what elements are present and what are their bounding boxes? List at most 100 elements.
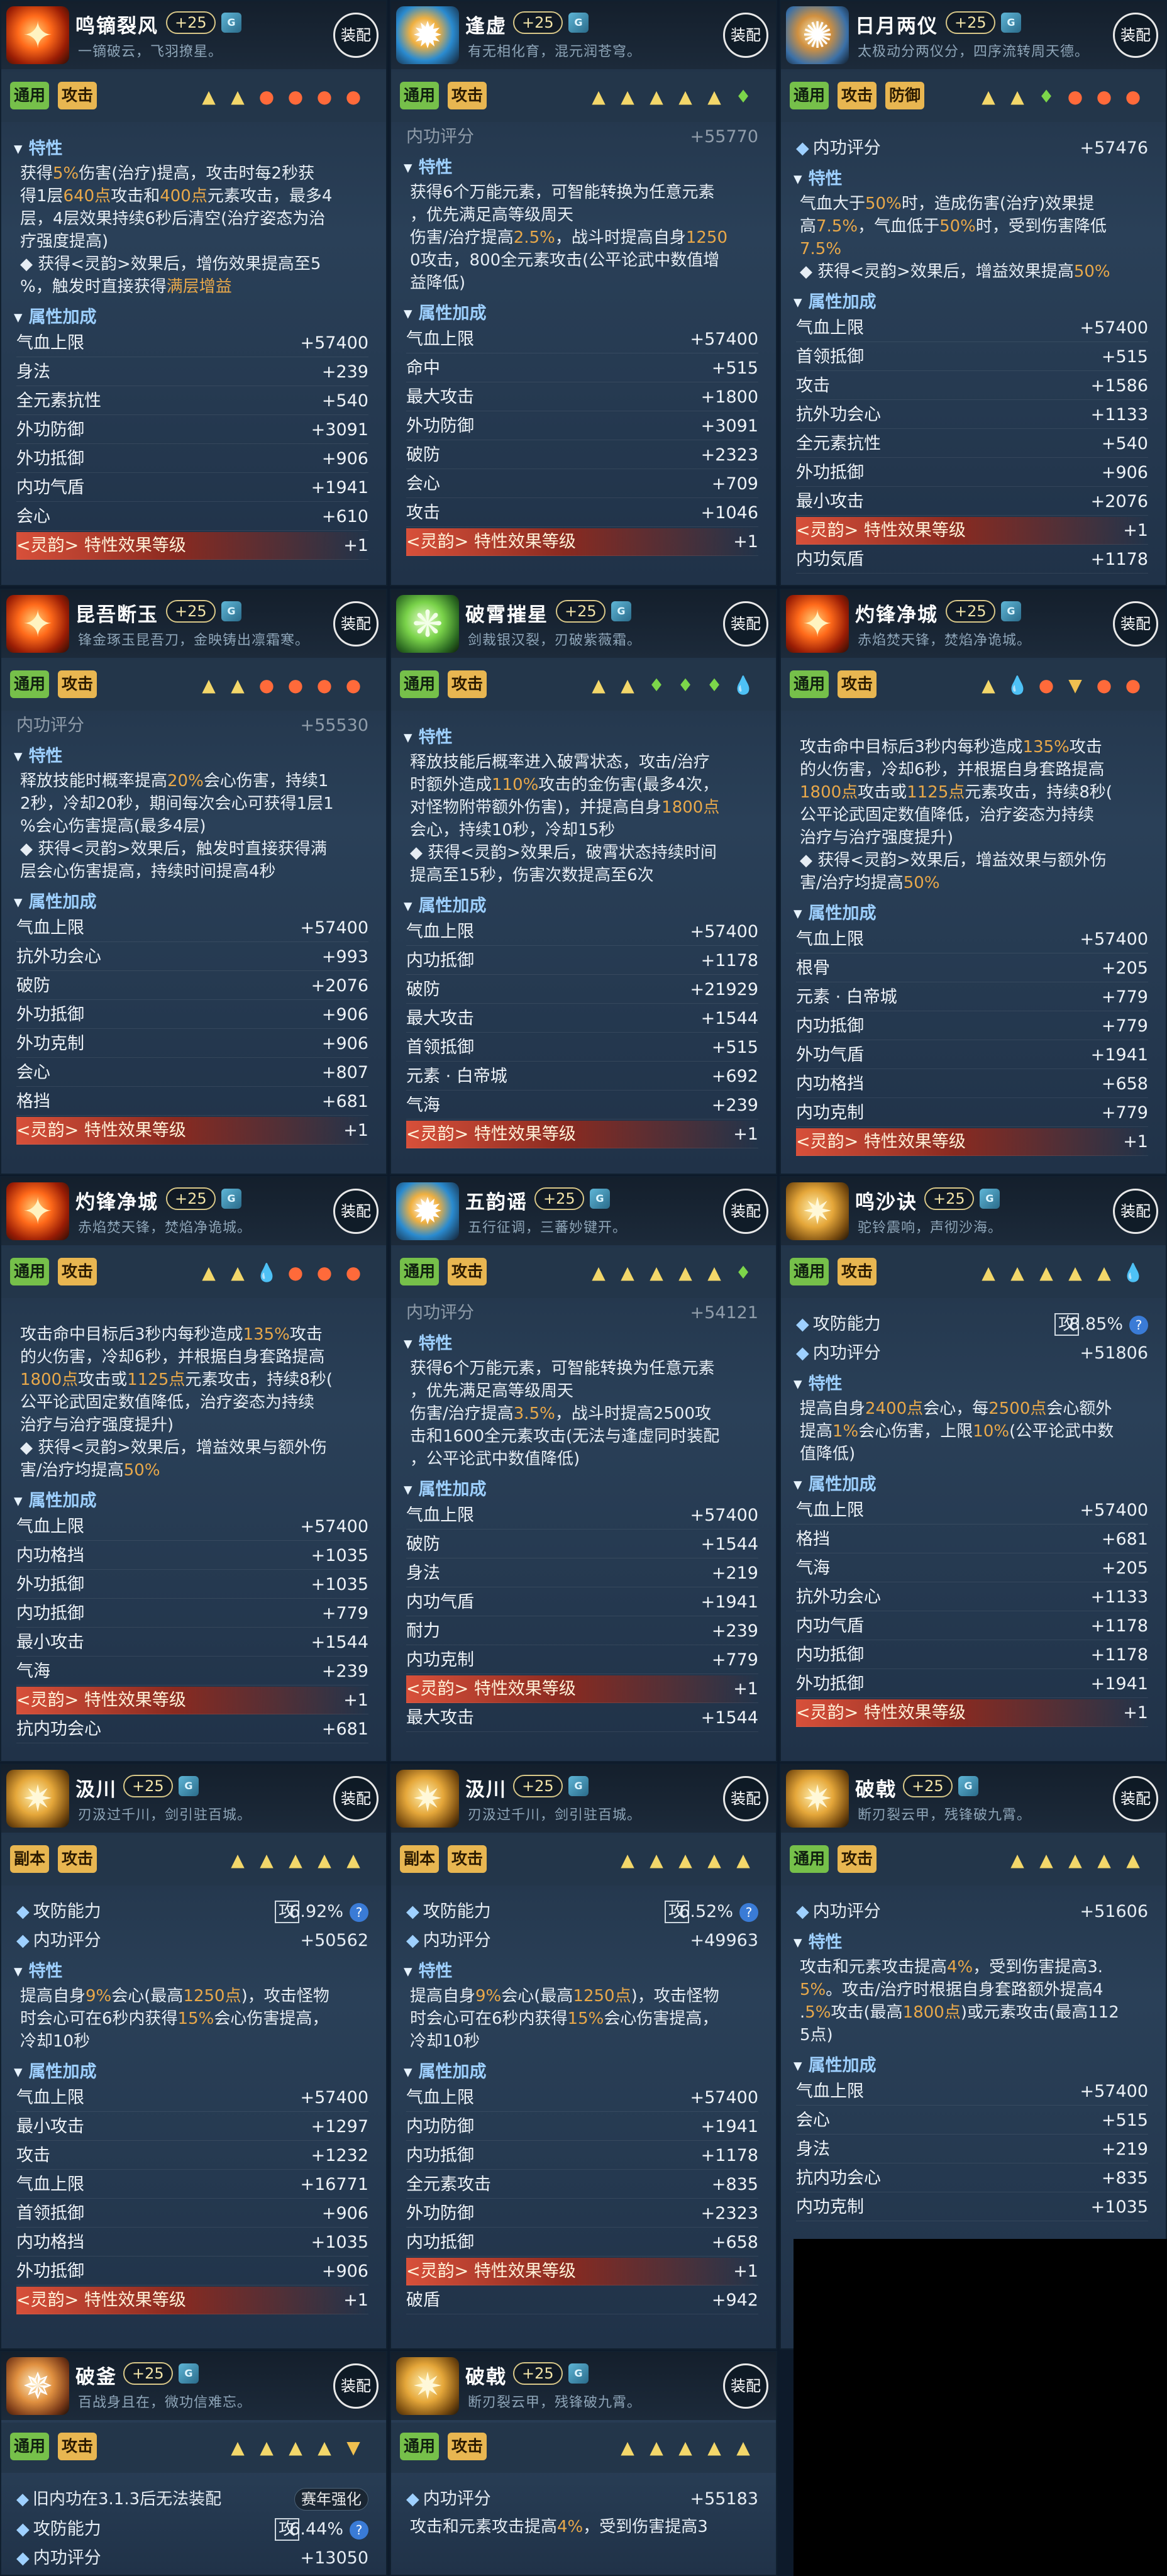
equip-button[interactable]: 装配: [333, 13, 379, 58]
attribute-name: 气血上限: [16, 333, 84, 353]
equip-button[interactable]: 装配: [1113, 1776, 1158, 1821]
spirit-rhyme-row: <灵韵> 特性效果等级 +1: [16, 1117, 368, 1145]
inner-skill-card[interactable]: ✹ 逢虚 +25 G 有无相化育，混元润苍穹。 装配 通用 攻击 ▲ ▲ ▲ ▲ ▲ ♦ 内功评分 +5577…: [390, 0, 777, 586]
inner-skill-card[interactable]: ✦ 灼锋净城 +25 G 赤焰焚天锋，焚焰净诡城。 装配 通用 攻击 ▲ ▲ 💧 ● ● ● 攻击命中目标后…: [0, 1176, 387, 1762]
attribute-value: +1941: [1090, 1045, 1148, 1065]
attribute-value: +57400: [1080, 318, 1148, 338]
trait-line: ◆ 获得<灵韵>效果后，破霄状态持续时间: [410, 843, 717, 862]
attribute-value: +1: [343, 536, 368, 555]
equip-button[interactable]: 装配: [1113, 13, 1158, 58]
attribute-heading: 属性加成: [404, 1475, 487, 1500]
enhance-button[interactable]: 赛年强化: [294, 2488, 368, 2511]
help-icon[interactable]: ?: [350, 2521, 368, 2540]
inner-skill-card[interactable]: ✷ 汲川 +25 G 刃汲过千川，剑引驻百城。 装配 副本 攻击 ▲ ▲ ▲ ▲ ▲ ◆ 攻防能力攻 6.52…: [390, 1763, 777, 2350]
inner-skill-card[interactable]: ✷ 汲川 +25 G 刃汲过千川，剑引驻百城。 装配 副本 攻击 ▲ ▲ ▲ ▲ ▲ ◆ 攻防能力攻 6.92…: [0, 1763, 387, 2350]
trait-line: 释放技能时概率提高20%会心伤害，持续1: [20, 772, 329, 791]
skill-subtitle: 刃汲过千川，剑引驻百城。: [78, 1807, 252, 1823]
attribute-heading: 属性加成: [404, 892, 487, 916]
trait-heading: 特性: [14, 742, 63, 767]
inner-skill-card[interactable]: ✹ 五韵谣 +25 G 五行征调，三蕃妙键开。 装配 通用 攻击 ▲ ▲ ▲ ▲ ▲ ♦ 内功评分 +5412…: [390, 1176, 777, 1762]
inner-skill-card[interactable]: ✦ 灼锋净城 +25 G 赤焰焚天锋，焚焰净诡城。 装配 通用 攻击 ▲ 💧 ● ▼ ● ● 攻击命中目标后…: [780, 589, 1167, 1175]
attribute-row: 外功抵御 +1035: [16, 1571, 368, 1599]
attribute-row: 气血上限 +57400: [16, 1513, 368, 1541]
trait-line: ◆ 获得<灵韵>效果后，增伤效果提高至5: [20, 255, 321, 274]
equip-button[interactable]: 装配: [333, 1776, 379, 1821]
attribute-value: +807: [321, 1063, 368, 1082]
inner-skill-card[interactable]: ✦ 昆吾断玉 +25 G 锋金琢玉昆吾刀，金映铸出凛霜寒。 装配 通用 攻击 ▲ ▲ ● ● ● ● 内功评…: [0, 589, 387, 1175]
inner-skill-card[interactable]: ✷ 鸣沙诀 +25 G 驼铃震响，声彻沙海。 装配 通用 攻击 ▲ ▲ ▲ ▲ ▲ 💧 ◆ 攻防能力攻 8.85…: [780, 1176, 1167, 1762]
triangle-icon: ▲: [231, 2437, 245, 2458]
attribute-value: +906: [321, 449, 368, 469]
triangle-icon: ▲: [592, 1262, 606, 1283]
tag-row: 副本 攻击 ▲ ▲ ▲ ▲ ▲: [1, 1835, 386, 1885]
trait-heading: 特性: [404, 153, 453, 178]
equip-button[interactable]: 装配: [1113, 601, 1158, 647]
category-tag: 攻击: [838, 670, 877, 698]
triangle-icon: ▲: [1126, 1850, 1140, 1870]
equip-button[interactable]: 装配: [1113, 1189, 1158, 1234]
attribute-value: +57400: [1080, 930, 1148, 949]
category-tag: 通用: [790, 1845, 829, 1873]
inner-skill-card[interactable]: ✷ 破戟 +25 G 断刃裂云甲，残锋破九霄。 装配 通用 攻击 ▲ ▲ ▲ ▲ ▲ ◆ 内功评分 +5518…: [390, 2351, 777, 2576]
attribute-name: 元素 · 白帝城: [796, 987, 897, 1007]
help-icon[interactable]: ?: [1129, 1316, 1148, 1335]
attribute-name: 内功格挡: [16, 1546, 84, 1565]
trait-line: %会心伤害提高(最多4层): [20, 817, 206, 836]
triangle-icon: ▲: [1010, 86, 1024, 107]
help-icon[interactable]: ?: [350, 1903, 368, 1922]
level-badge: +25: [556, 600, 606, 623]
attribute-value: +1: [343, 2290, 368, 2310]
inner-skill-card[interactable]: ✵ 破釜 +25 G 百战身且在，微功信难忘。 装配 通用 攻击 ▲ ▲ ▲ ▲ ▼ ◆ 旧内功在3.1.3…: [0, 2351, 387, 2576]
tag-row: 通用 攻击 ▲ ▲ ♦ ♦ ♦ 💧: [391, 660, 776, 711]
attribute-value: +709: [711, 474, 758, 494]
attack-label: 攻防能力: [33, 1902, 101, 1921]
attribute-name: 身法: [406, 1563, 440, 1583]
attribute-row: 最大攻击 +1544: [406, 1704, 758, 1732]
level-badge: +25: [924, 1187, 974, 1210]
equip-button[interactable]: 装配: [723, 1189, 768, 1234]
attribute-row: 格挡 +681: [16, 1088, 368, 1116]
inner-skill-card[interactable]: ❋ 破霄摧星 +25G 剑裁银汉裂，刃破紫薇霜。 装配通用攻击 ▲ ▲ ♦ ♦ ♦ 💧 特性释放技能后…: [390, 589, 777, 1175]
equip-button[interactable]: 装配: [723, 601, 768, 647]
attribute-name: 根骨: [796, 958, 830, 978]
equip-button[interactable]: 装配: [723, 2363, 768, 2409]
attribute-value: +1: [343, 1690, 368, 1710]
trait-line: 伤害/治疗提高2.5%，战斗时提高自身1250: [410, 228, 728, 247]
inner-skill-card[interactable]: ✦ 鸣镝裂风 +25G 一镝破云，飞羽撩星。 装配通用攻击 ▲ ▲ ● ● ● ● 特性获得5%伤害(…: [0, 0, 387, 586]
attribute-value: +681: [1101, 1530, 1148, 1549]
attribute-value: +57400: [300, 333, 368, 353]
attribute-row: 气血上限 +57400: [796, 926, 1148, 953]
equip-button[interactable]: 装配: [333, 2363, 379, 2409]
equip-button[interactable]: 装配: [333, 601, 379, 647]
attribute-name: 元素 · 白帝城: [406, 1067, 507, 1086]
attribute-value: +540: [1101, 434, 1148, 453]
triangle-icon: ▲: [678, 1850, 692, 1870]
trait-line: 释放技能后概率进入破霄状态，攻击/治疗: [410, 753, 710, 772]
attribute-value: +3091: [311, 420, 368, 440]
trait-line: %，触发时直接获得满层增益: [20, 277, 232, 296]
inner-skill-card[interactable]: ✺ 日月两仪 +25 G 太极动分两仪分，四序流转周天德。 装配 通用 攻击 防御 ▲ ▲ ♦ ● ● ● ◆…: [780, 0, 1167, 586]
category-tag: 通用: [400, 670, 440, 698]
attribute-value: +2323: [700, 2204, 758, 2223]
attribute-name: 最小攻击: [16, 2117, 84, 2136]
equip-button[interactable]: 装配: [723, 13, 768, 58]
equip-button[interactable]: 装配: [333, 1189, 379, 1234]
attribute-row: 会心 +709: [406, 470, 758, 498]
attribute-name: 全元素抗性: [16, 391, 101, 411]
attribute-row: 身法 +219: [796, 2136, 1148, 2163]
equip-button[interactable]: 装配: [723, 1776, 768, 1821]
cup-icon: ▼: [346, 2437, 360, 2458]
attack-defense-row: ◆ 攻防能力攻 6.92%?: [16, 1898, 368, 1926]
gem-icon: G: [221, 13, 241, 33]
category-tag: 通用: [10, 670, 50, 698]
help-icon[interactable]: ?: [739, 1903, 758, 1922]
attribute-name: 气血上限: [796, 318, 864, 338]
attribute-value: +779: [711, 1650, 758, 1670]
attack-defense-row: ◆ 攻防能力攻 6.52%?: [406, 1898, 758, 1926]
triangle-icon: ▲: [1097, 1850, 1111, 1870]
spirit-rhyme-row: <灵韵> 特性效果等级 +1: [406, 1675, 758, 1703]
attribute-name: 首领抵御: [796, 347, 864, 367]
triangle-icon: ▲: [231, 86, 245, 107]
trait-heading: 特性: [794, 1928, 843, 1953]
fire-icon: ●: [1038, 675, 1054, 696]
